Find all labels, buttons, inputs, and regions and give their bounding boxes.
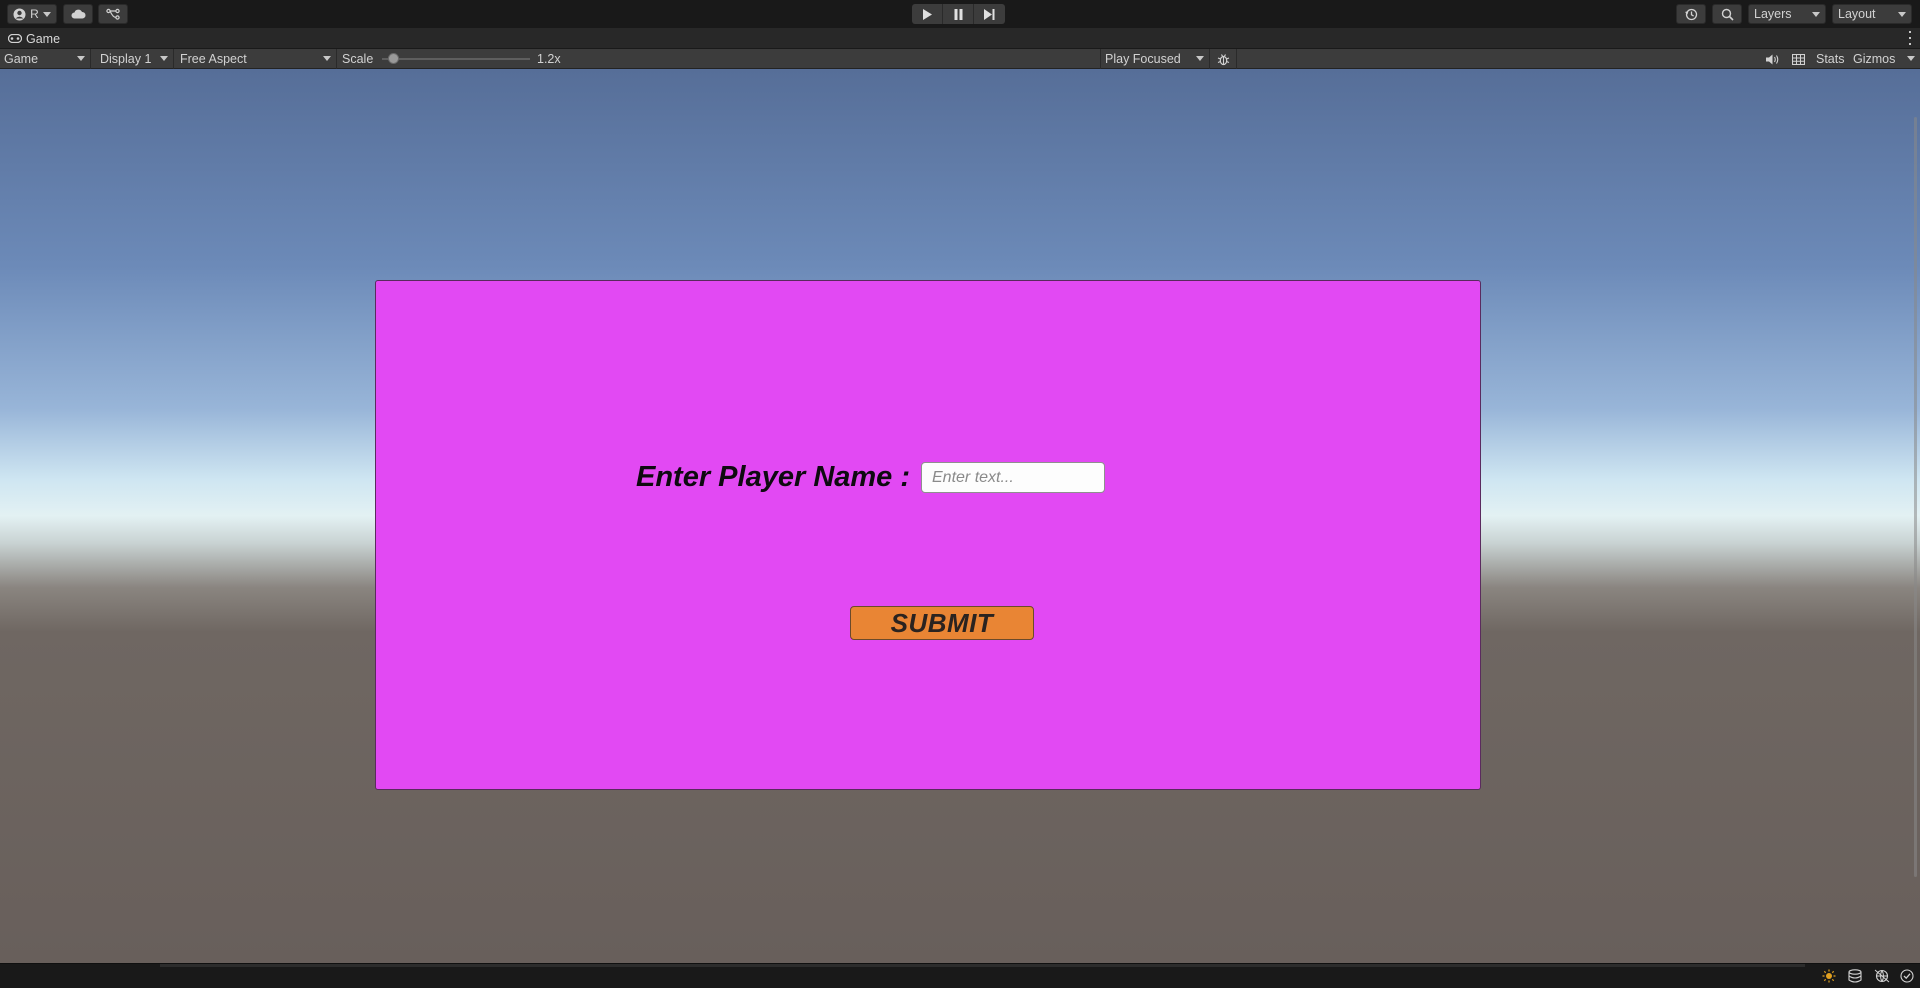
mute-audio-button[interactable] [1761, 49, 1783, 69]
step-button[interactable] [974, 4, 1005, 24]
search-button[interactable] [1712, 4, 1742, 24]
game-viewport[interactable]: Enter Player Name : SUBMIT [0, 69, 1920, 963]
display-dropdown[interactable]: Display 1 [96, 49, 174, 69]
tab-game[interactable]: Game [0, 28, 68, 49]
chevron-down-icon [1907, 56, 1915, 61]
display-label: Display 1 [100, 52, 152, 66]
play-icon [923, 8, 932, 20]
search-icon [1721, 8, 1734, 21]
pause-icon [954, 8, 962, 20]
play-button[interactable] [912, 4, 943, 24]
kebab-menu-icon[interactable] [1908, 31, 1912, 45]
debug-toggle[interactable] [1211, 49, 1237, 69]
grid-icon [1791, 53, 1805, 65]
scale-slider-track[interactable] [382, 58, 530, 60]
lighting-icon[interactable] [1822, 969, 1838, 983]
layout-label: Layout [1838, 7, 1876, 21]
status-bar [0, 963, 1920, 988]
vertical-scrollbar[interactable] [1914, 117, 1917, 877]
gizmos-label: Gizmos [1853, 52, 1896, 66]
bug-icon [1217, 53, 1230, 65]
collab-icon [106, 8, 120, 20]
tab-game-label: Game [26, 31, 61, 46]
player-name-input[interactable] [921, 462, 1105, 493]
scale-slider-thumb[interactable] [388, 53, 400, 64]
layers-label: Layers [1754, 7, 1792, 21]
chevron-down-icon [1196, 56, 1204, 61]
layout-dropdown[interactable]: Layout [1832, 4, 1912, 24]
stats-button[interactable]: Stats [1812, 49, 1848, 69]
view-mode-dropdown[interactable]: Game [0, 49, 91, 69]
chevron-down-icon [1898, 12, 1906, 17]
play-mode-label: Play Focused [1105, 52, 1181, 66]
aspect-label: Free Aspect [180, 52, 247, 66]
scale-value: 1.2x [537, 52, 561, 66]
layers-dropdown[interactable]: Layers [1748, 4, 1826, 24]
undo-history-button[interactable] [1676, 4, 1706, 24]
player-name-label: Enter Player Name : [636, 461, 911, 493]
chevron-down-icon [160, 56, 168, 61]
view-mode-label: Game [4, 52, 39, 66]
pause-button[interactable] [943, 4, 974, 24]
history-icon [1684, 8, 1697, 20]
shortcuts-button[interactable] [1787, 49, 1809, 69]
play-mode-dropdown[interactable]: Play Focused [1100, 49, 1210, 69]
horizontal-scrollbar[interactable] [160, 964, 1805, 967]
step-icon [984, 8, 995, 20]
collab-button[interactable] [98, 4, 128, 24]
chevron-down-icon [323, 56, 331, 61]
aspect-dropdown[interactable]: Free Aspect [175, 49, 337, 69]
gizmos-dropdown[interactable]: Gizmos [1849, 49, 1920, 69]
submit-button[interactable]: SUBMIT [850, 606, 1034, 640]
tab-bar: Game [0, 28, 1920, 49]
network-icon[interactable] [1874, 969, 1890, 983]
status-icons [1822, 969, 1914, 983]
playmode-controls [912, 4, 1005, 24]
audio-icon [1765, 54, 1778, 64]
main-toolbar: R Layers Layout [0, 0, 1920, 28]
chevron-down-icon [1812, 12, 1820, 17]
player-name-panel: Enter Player Name : SUBMIT [375, 280, 1481, 790]
gamepad-icon [8, 34, 22, 43]
cache-icon[interactable] [1848, 969, 1864, 983]
cloud-button[interactable] [63, 4, 93, 24]
game-view-toolbar: Game Display 1 Free Aspect Scale 1.2x Pl… [0, 49, 1920, 69]
scale-label: Scale [342, 52, 374, 66]
chevron-down-icon [77, 56, 85, 61]
account-icon [13, 8, 26, 20]
account-dropdown[interactable]: R [7, 4, 57, 24]
chevron-down-icon [42, 11, 51, 17]
check-icon[interactable] [1900, 969, 1914, 983]
cloud-icon [71, 9, 86, 19]
account-label: R [30, 7, 39, 21]
